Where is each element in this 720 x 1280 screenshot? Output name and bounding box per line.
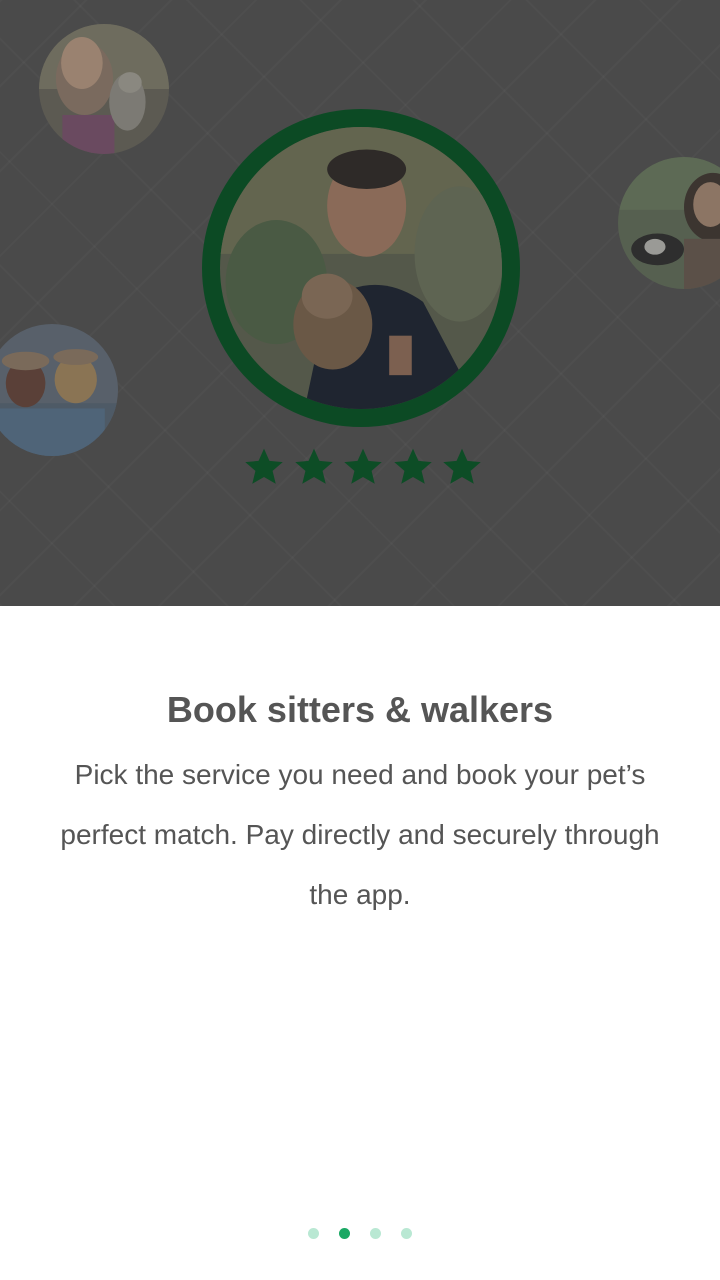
onboarding-screen: Book sitters & walkers Pick the service … xyxy=(0,0,720,1280)
star-icon xyxy=(342,444,384,490)
onboarding-title: Book sitters & walkers xyxy=(166,689,554,730)
page-indicator xyxy=(0,1228,720,1242)
page-dot[interactable] xyxy=(370,1228,381,1239)
star-rating xyxy=(243,444,483,492)
hero-illustration xyxy=(0,0,720,606)
star-icon xyxy=(243,444,285,490)
onboarding-description: Pick the service you need and book your … xyxy=(60,759,660,910)
page-dot[interactable] xyxy=(401,1228,412,1239)
page-dot[interactable] xyxy=(308,1228,319,1239)
star-icon xyxy=(441,444,483,490)
avatar-featured-sitter xyxy=(220,127,502,409)
avatar-sitter-woman-with-dog xyxy=(39,24,169,154)
page-dot-active[interactable] xyxy=(339,1228,350,1239)
star-icon xyxy=(392,444,434,490)
star-icon xyxy=(293,444,335,490)
